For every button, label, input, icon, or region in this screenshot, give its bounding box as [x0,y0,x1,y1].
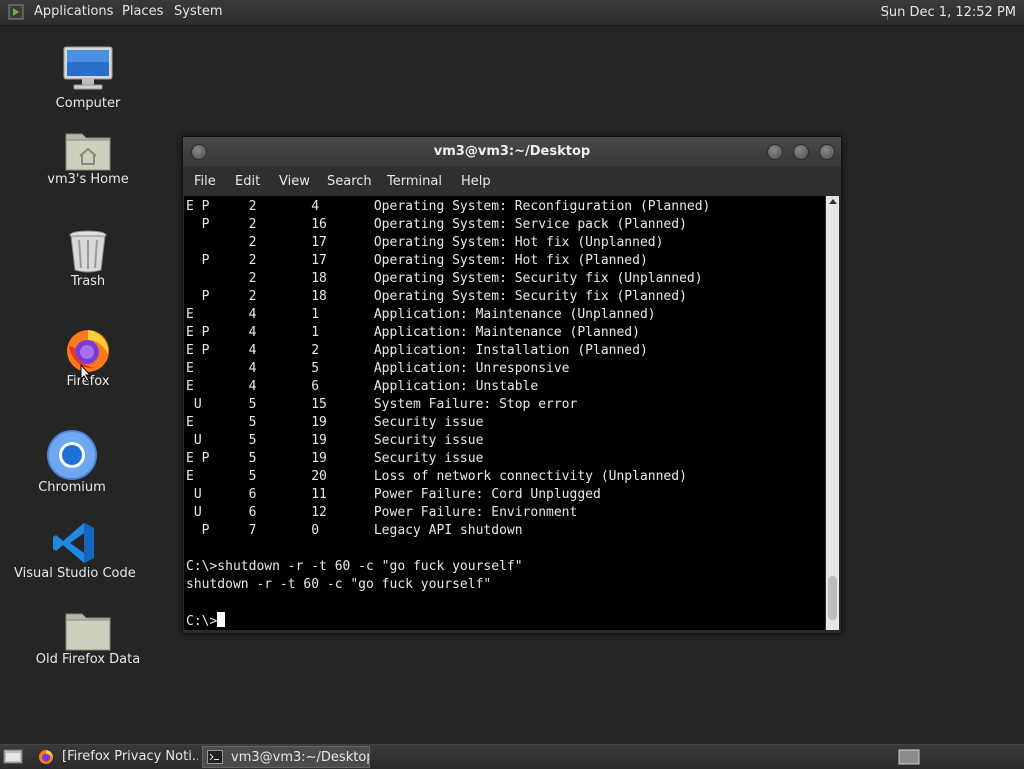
firefox-icon [39,750,53,764]
terminal-cursor [217,612,226,627]
terminal-menubar: File Edit View Search Terminal Help [183,167,841,195]
scrollbar-thumb[interactable] [828,576,837,620]
menu-edit[interactable]: Edit [235,174,260,189]
scroll-up-arrow-icon[interactable] [829,199,837,204]
menu-help[interactable]: Help [461,174,491,189]
bottom-taskbar: [Firefox Privacy Noti... vm3@vm3:~/Deskt… [0,744,1024,769]
desktop-icon-chromium[interactable]: Chromium [32,430,112,495]
terminal-line: U 5 19 Security issue [186,433,484,448]
terminal-line: E P 4 2 Application: Installation (Plann… [186,343,648,358]
top-panel: Applications Places System Sun Dec 1, 12… [0,0,1024,26]
terminal-line: U 6 12 Power Failure: Environment [186,505,578,520]
terminal-line: E P 5 19 Security issue [186,451,484,466]
places-menu[interactable]: Places [122,4,163,19]
taskbar-item-terminal[interactable]: vm3@vm3:~/Desktop [202,746,370,768]
terminal-line: E 5 20 Loss of network connectivity (Unp… [186,469,687,484]
show-desktop-button[interactable] [3,748,23,769]
vscode-icon [53,523,94,563]
desktop-icon-old-firefox-data[interactable]: Old Firefox Data [28,608,148,667]
desktop-icon-home[interactable]: vm3's Home [44,128,132,187]
menu-search[interactable]: Search [327,174,372,189]
taskbar-item-label: vm3@vm3:~/Desktop [231,750,370,765]
terminal-icon [207,750,223,764]
terminal-prompt: C:\> [186,614,218,629]
maximize-button[interactable] [793,144,809,160]
terminal-line: E P 4 1 Application: Maintenance (Planne… [186,325,640,340]
terminal-line: E 4 5 Application: Unresponsive [186,361,570,376]
clock[interactable]: Sun Dec 1, 12:52 PM [873,0,1024,25]
terminal-window[interactable]: vm3@vm3:~/Desktop File Edit View Search … [182,136,842,634]
folder-icon [65,613,111,651]
menu-file[interactable]: File [194,174,216,189]
trash-icon [69,230,107,273]
desktop-icon-label: Chromium [38,480,106,495]
terminal-line: shutdown -r -t 60 -c "go fuck yourself" [186,577,492,592]
desktop-icon-label: Old Firefox Data [35,652,141,667]
terminal-line: U 5 15 System Failure: Stop error [186,397,578,412]
workspace-icon [898,749,920,765]
mouse-pointer-icon [80,364,92,382]
terminal-line: U 6 11 Power Failure: Cord Unplugged [186,487,601,502]
window-title: vm3@vm3:~/Desktop [433,144,591,159]
minimize-button[interactable] [767,144,783,160]
menu-view[interactable]: View [279,174,310,189]
workspace-switcher[interactable] [898,749,920,769]
applications-menu[interactable]: Applications [34,4,113,19]
terminal-line: P 2 18 Operating System: Security fix (P… [186,289,687,304]
terminal-scrollbar[interactable] [826,196,839,630]
terminal-prompt-line[interactable]: C:\> [186,612,226,630]
close-button[interactable] [819,144,835,160]
terminal-line: 2 17 Operating System: Hot fix (Unplanne… [186,235,664,250]
show-desktop-icon [3,749,23,764]
desktop-icon-vscode[interactable]: Visual Studio Code [14,520,136,581]
desktop-icon-label: Trash [70,274,106,289]
applications-menu-icon[interactable] [8,4,24,20]
terminal-line: P 7 0 Legacy API shutdown [186,523,523,538]
window-titlebar[interactable]: vm3@vm3:~/Desktop [183,137,841,167]
desktop-icon-label: vm3's Home [47,172,129,187]
home-folder-icon [65,133,111,171]
computer-icon [63,46,113,90]
terminal-output[interactable]: E P 2 4 Operating System: Reconfiguratio… [184,196,825,630]
window-menu-button[interactable] [191,144,207,160]
desktop-icon-trash[interactable]: Trash [48,228,128,289]
terminal-line: E 4 6 Application: Unstable [186,379,539,394]
desktop-icon-label: Computer [55,96,121,111]
terminal-line: 2 18 Operating System: Security fix (Unp… [186,271,703,286]
terminal-line: P 2 16 Operating System: Service pack (P… [186,217,687,232]
terminal-line: E P 2 4 Operating System: Reconfiguratio… [186,199,711,214]
desktop-icon-label: Visual Studio Code [14,566,136,581]
terminal-line: P 2 17 Operating System: Hot fix (Planne… [186,253,648,268]
terminal-line: E 5 19 Security issue [186,415,484,430]
desktop-icon-computer[interactable]: Computer [48,44,128,111]
terminal-line: C:\>shutdown -r -t 60 -c "go fuck yourse… [186,559,523,574]
menu-terminal[interactable]: Terminal [387,174,442,189]
terminal-line: E 4 1 Application: Maintenance (Unplanne… [186,307,656,322]
taskbar-item-firefox[interactable]: [Firefox Privacy Noti... [34,746,198,768]
taskbar-item-label: [Firefox Privacy Noti... [62,749,198,764]
system-menu[interactable]: System [174,4,222,19]
chromium-icon [47,430,97,480]
